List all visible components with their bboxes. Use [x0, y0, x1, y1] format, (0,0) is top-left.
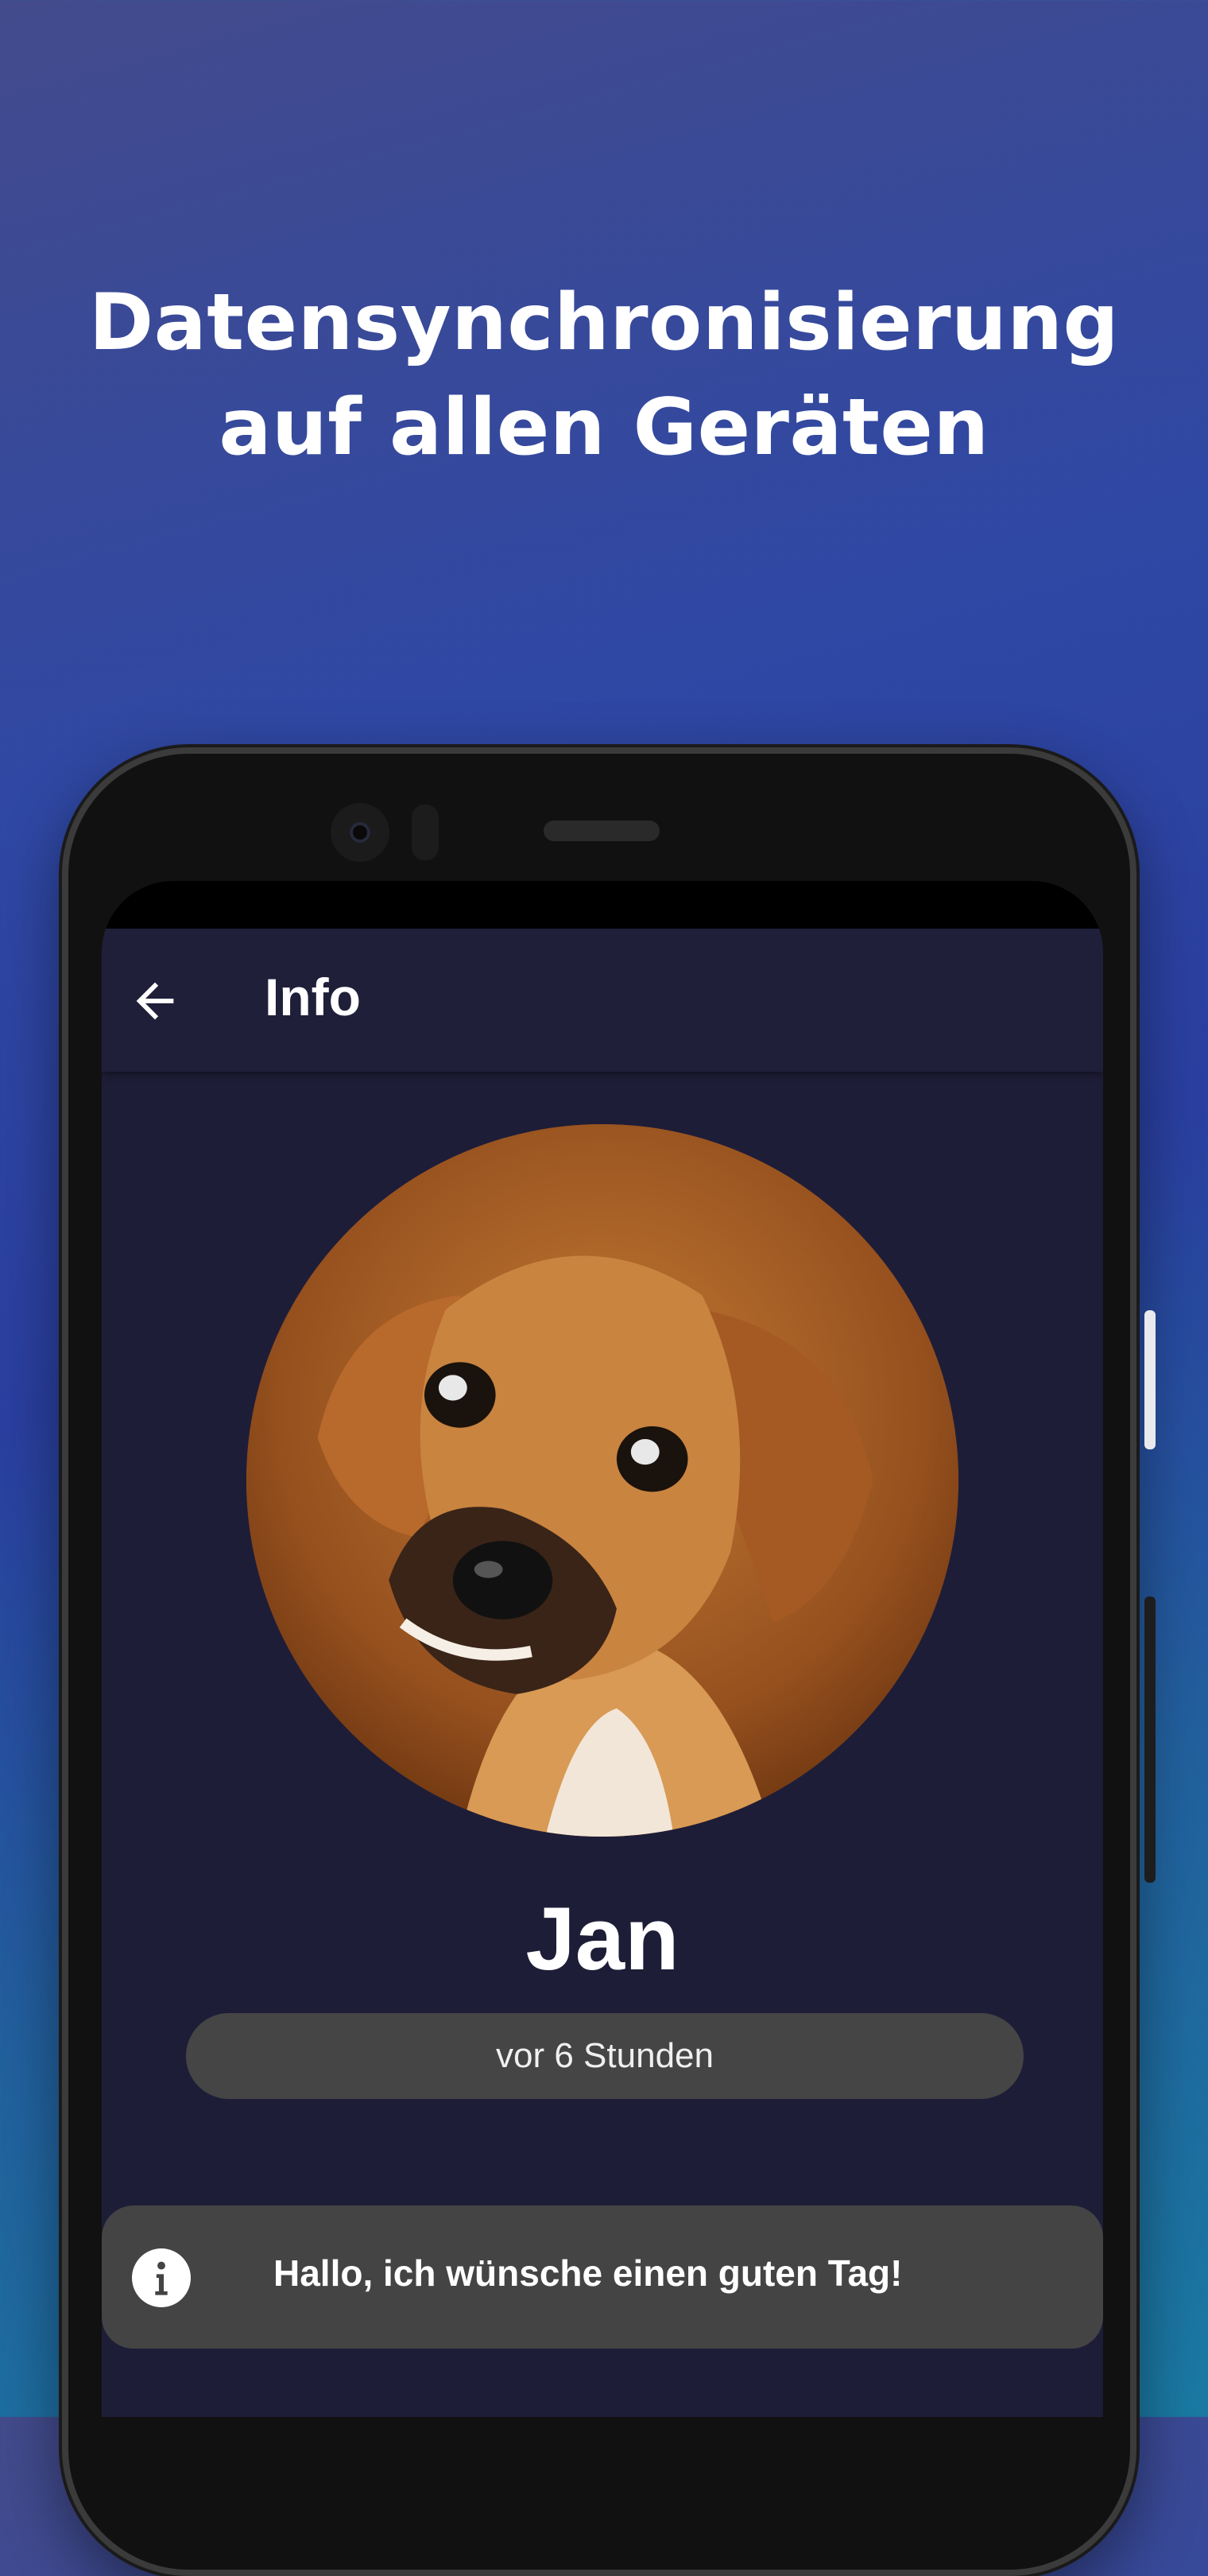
earpiece-speaker — [544, 821, 660, 841]
contact-name: Jan — [525, 1889, 680, 1988]
phone-screen: Info Jan vor 6 Stunden Hallo, ich wünsch… — [102, 881, 1103, 2417]
promo-headline-line1: Datensynchronisierung — [88, 277, 1120, 368]
status-message-text: Hallo, ich wünsche einen guten Tag! — [273, 2252, 903, 2294]
phone-volume-button — [1144, 1596, 1156, 1883]
front-camera — [331, 803, 389, 862]
status-message-card[interactable]: Hallo, ich wünsche einen guten Tag! — [102, 2206, 1103, 2349]
phone-power-button — [1144, 1310, 1156, 1449]
arrow-left-icon[interactable] — [127, 973, 183, 1029]
proximity-sensor — [412, 805, 439, 860]
dog-avatar[interactable] — [246, 1124, 958, 1837]
info-icon — [132, 2248, 191, 2307]
app-bar: Info — [102, 929, 1103, 1072]
last-seen-badge: vor 6 Stunden — [186, 2013, 1024, 2099]
page-title: Info — [265, 968, 361, 1026]
status-bar — [102, 881, 1103, 929]
promo-headline: Datensynchronisierung auf allen Geräten — [0, 270, 1208, 480]
last-seen-text: vor 6 Stunden — [496, 2036, 714, 2075]
promo-headline-line2: auf allen Geräten — [219, 382, 989, 473]
